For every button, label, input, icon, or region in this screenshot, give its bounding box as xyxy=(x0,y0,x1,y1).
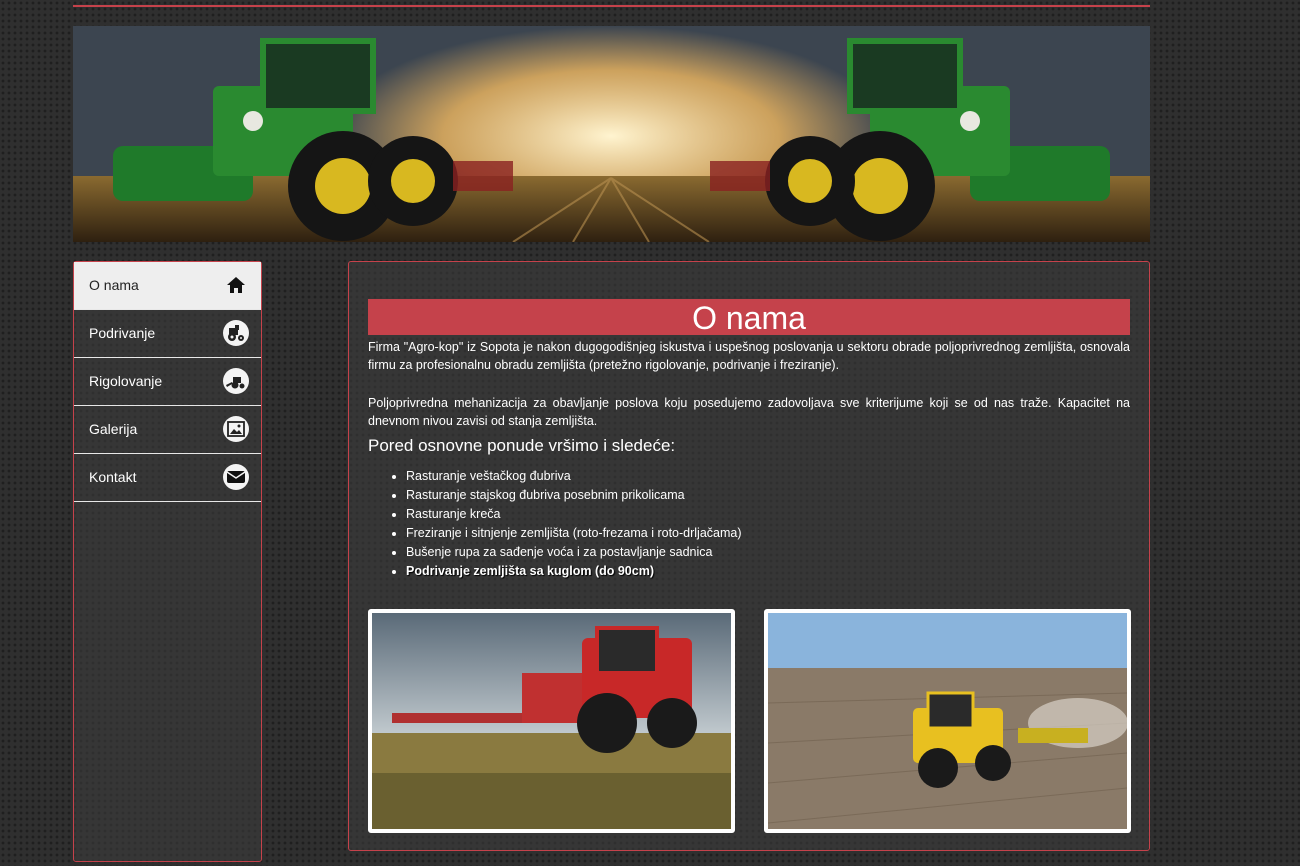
photo-yellow-tractor[interactable] xyxy=(764,609,1131,833)
image-icon xyxy=(223,416,249,442)
page-title: O nama xyxy=(368,299,1130,336)
list-item: Rasturanje stajskog đubriva posebnim pri… xyxy=(406,486,742,505)
nav-item-galerija[interactable]: Galerija xyxy=(74,406,261,454)
envelope-icon xyxy=(223,464,249,490)
main-content: O nama Firma "Agro-kop" iz Sopota je nak… xyxy=(348,261,1150,851)
plough-icon xyxy=(223,368,249,394)
nav-item-o-nama[interactable]: O nama xyxy=(74,262,261,310)
machinery-paragraph: Poljoprivredna mehanizacija za obavljanj… xyxy=(368,396,1130,428)
nav-label: Galerija xyxy=(89,421,138,437)
nav-label: Kontakt xyxy=(89,469,137,485)
nav-item-kontakt[interactable]: Kontakt xyxy=(74,454,261,502)
services-list: Rasturanje veštačkog đubriva Rasturanje … xyxy=(368,467,742,581)
home-icon xyxy=(223,272,249,298)
services-heading: Pored osnovne ponude vršimo i sledeće: xyxy=(368,436,676,455)
header-banner-image xyxy=(73,26,1150,242)
photo-red-tractor[interactable] xyxy=(368,609,735,833)
nav-label: Podrivanje xyxy=(89,325,156,341)
tractor-icon xyxy=(223,320,249,346)
list-item: Freziranje i sitnjenje zemljišta (roto-f… xyxy=(406,524,742,543)
top-divider xyxy=(73,5,1150,7)
list-item: Bušenje rupa za sađenje voća i za postav… xyxy=(406,543,742,562)
intro-paragraph: Firma "Agro-kop" iz Sopota je nakon dugo… xyxy=(368,340,1130,372)
sidebar-nav: O nama Podrivanje Rigolovanje Galerija K… xyxy=(73,261,262,862)
nav-item-rigolovanje[interactable]: Rigolovanje xyxy=(74,358,261,406)
nav-label: Rigolovanje xyxy=(89,373,163,389)
list-item: Podrivanje zemljišta sa kuglom (do 90cm) xyxy=(406,562,742,581)
list-item: Rasturanje veštačkog đubriva xyxy=(406,467,742,486)
nav-item-podrivanje[interactable]: Podrivanje xyxy=(74,310,261,358)
list-item: Rasturanje kreča xyxy=(406,505,742,524)
nav-label: O nama xyxy=(89,277,139,293)
